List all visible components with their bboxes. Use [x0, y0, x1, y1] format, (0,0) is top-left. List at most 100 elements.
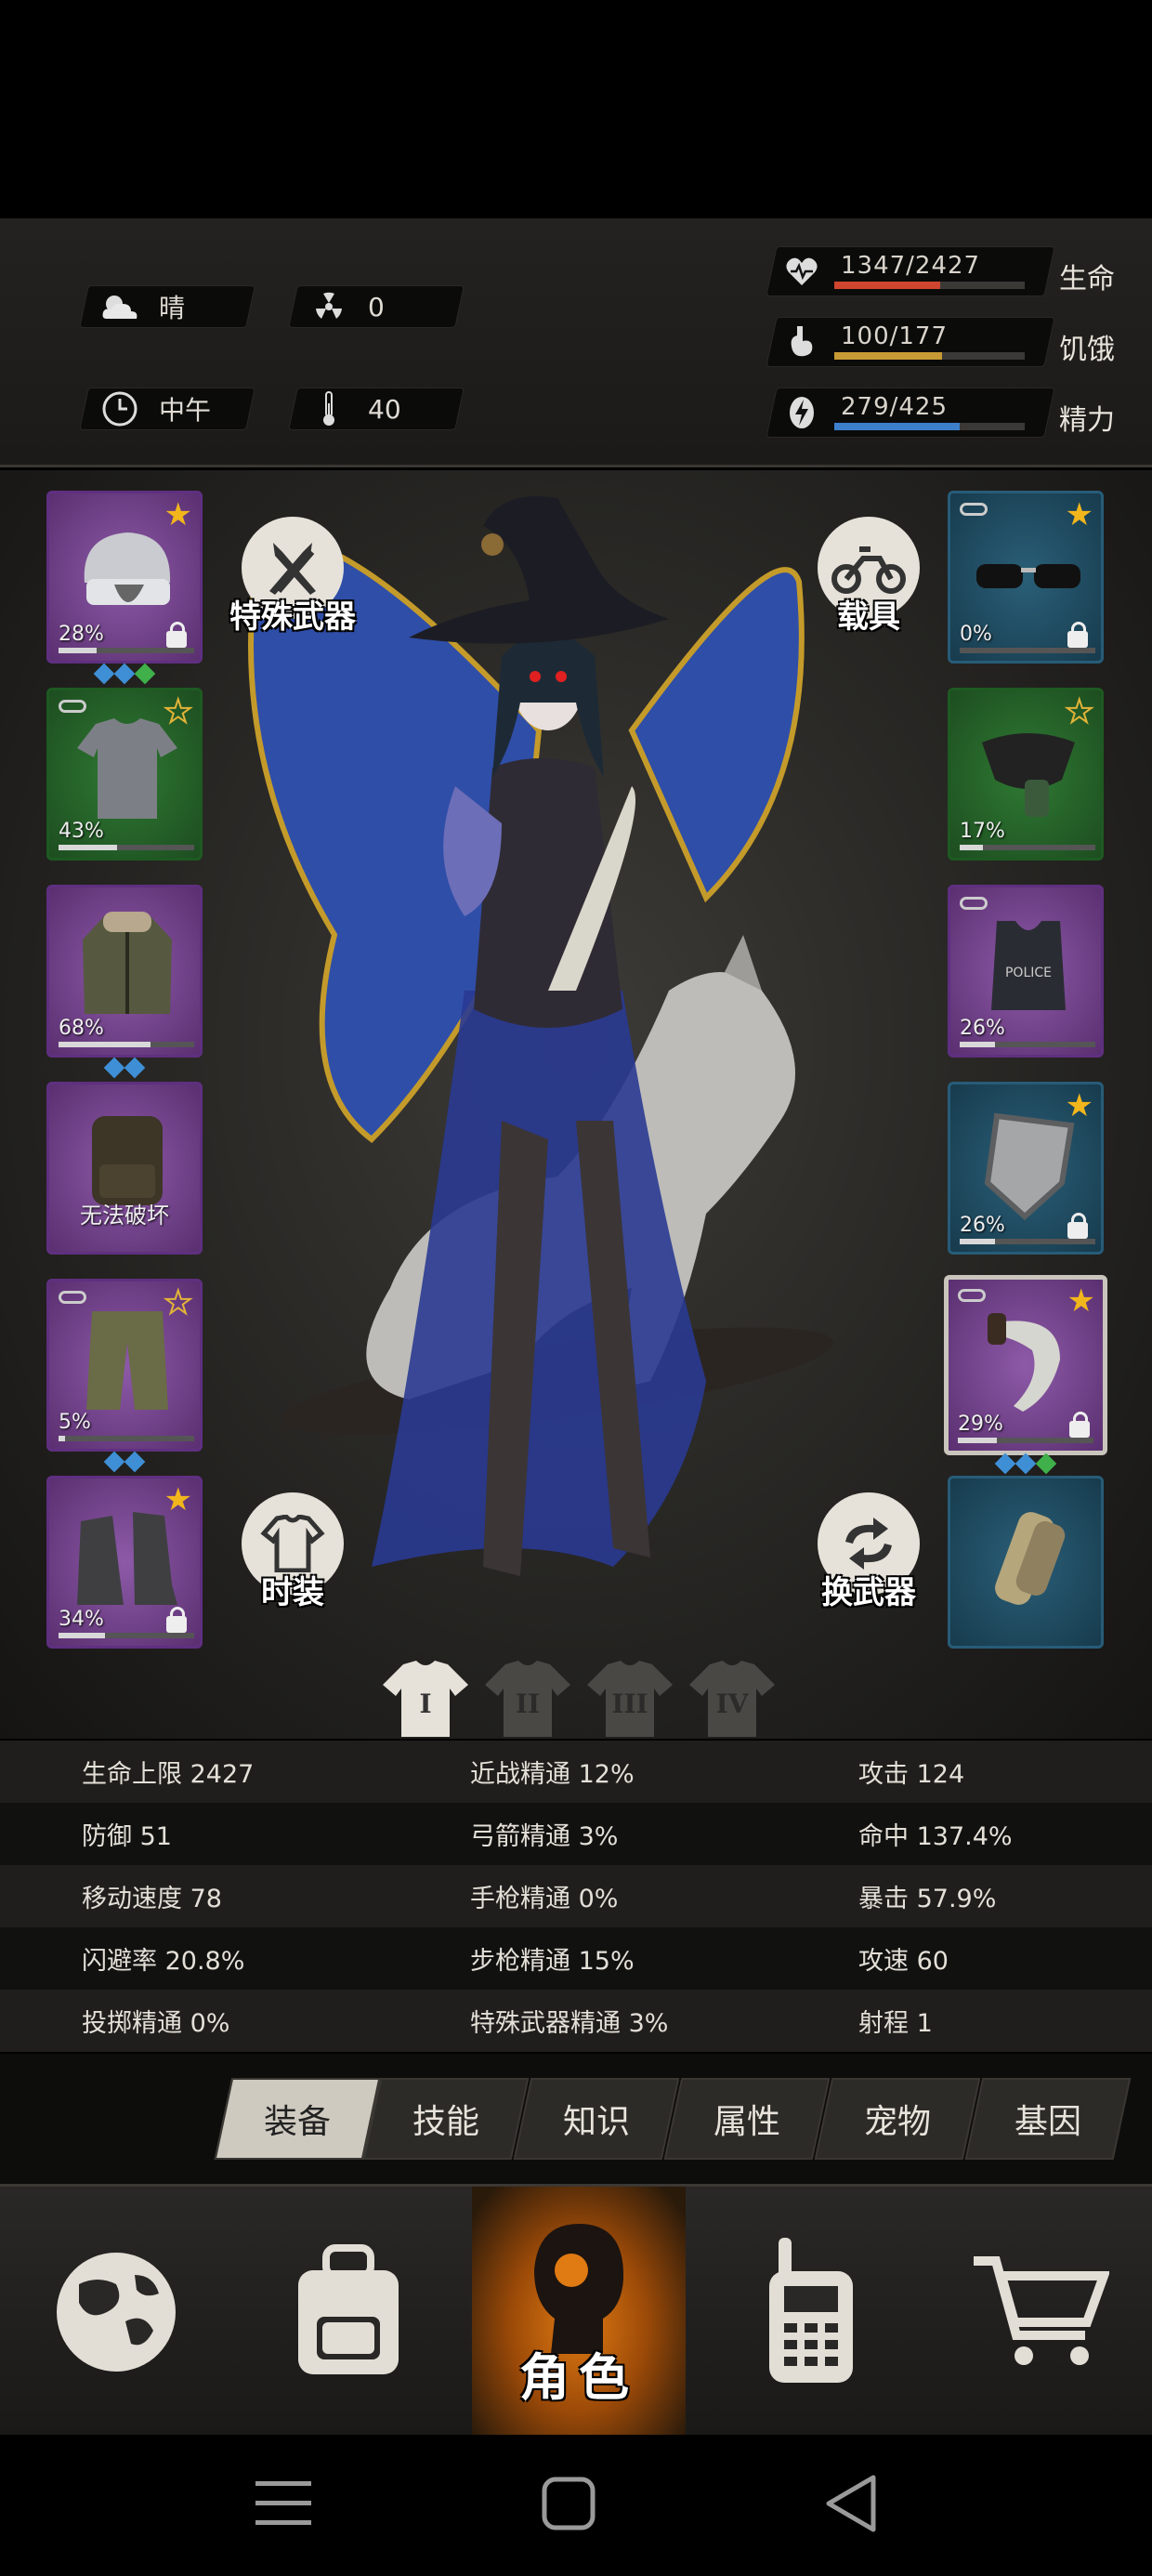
outfit-tab-number: III	[611, 1689, 648, 1719]
fashion-button[interactable]: 时装	[232, 1492, 353, 1613]
special-weapon-button[interactable]: 特殊武器	[229, 517, 356, 637]
attribute-text: 弓箭精通 3%	[470, 1822, 619, 1851]
star-outline-icon: ★	[163, 693, 193, 730]
lock-icon	[166, 622, 187, 648]
attribute-text: 步枪精通 15%	[470, 1947, 635, 1976]
outfit-tab-number: IV	[715, 1689, 749, 1719]
slot-durability-text: 28%	[59, 623, 104, 646]
outfit-tab-2[interactable]: II	[483, 1659, 572, 1739]
equip-slot-backpack[interactable]: 无法破坏	[46, 1082, 203, 1255]
attribute-text: 近战精通 12%	[470, 1760, 635, 1789]
shield-icon	[969, 1109, 1088, 1221]
tab-equipment[interactable]: 装备	[214, 2078, 381, 2160]
equip-slot-jacket[interactable]: 68%	[46, 885, 203, 1079]
nav-inventory-button[interactable]	[232, 2187, 465, 2438]
attribute-text: 攻击 124	[858, 1760, 965, 1789]
machete-icon	[967, 1304, 1086, 1415]
radiation-pill: 0	[288, 285, 465, 328]
menu-icon[interactable]	[255, 2477, 311, 2530]
slot-durability-text: 43%	[59, 820, 104, 843]
attribute-text: 投掷精通 0%	[82, 2009, 230, 2038]
globe-icon	[57, 2253, 176, 2372]
tab-label: 技能	[412, 2103, 479, 2141]
heart-icon	[784, 254, 819, 289]
equip-slot-shield[interactable]: ★ 26%	[948, 1082, 1104, 1255]
home-icon[interactable]	[541, 2476, 596, 2531]
attribute-text: 闪避率 20.8%	[82, 1947, 245, 1976]
equip-slot-glasses[interactable]: ★ 0%	[948, 491, 1104, 664]
hunger-fill	[834, 352, 942, 360]
outfit-tab-3[interactable]: III	[585, 1659, 674, 1739]
energy-value: 279/425	[841, 393, 949, 421]
equip-slot-mask[interactable]: ★ 17%	[948, 688, 1104, 861]
slot-durability-text: 26%	[960, 1017, 1005, 1040]
attribute-text: 手枪精通 0%	[470, 1885, 619, 1913]
tab-skills[interactable]: 技能	[362, 2078, 530, 2160]
backpack-icon	[298, 2244, 399, 2374]
equip-slot-pants[interactable]: ★ 5%	[46, 1279, 203, 1473]
tab-pets[interactable]: 宠物	[814, 2078, 981, 2160]
nav-radio-button[interactable]	[695, 2187, 927, 2438]
tab-label: 装备	[263, 2103, 331, 2141]
attribute-row: 生命上限 2427 近战精通 12% 攻击 124	[0, 1741, 1152, 1803]
temperature-pill: 40	[288, 388, 465, 430]
star-outline-icon: ★	[1064, 693, 1094, 730]
police-helmet-icon	[68, 518, 187, 629]
attribute-text: 防御 51	[82, 1822, 172, 1851]
nav-character-button[interactable]: 角色	[472, 2187, 686, 2438]
star-icon: ★	[1065, 496, 1093, 533]
tab-genes[interactable]: 基因	[964, 2078, 1132, 2160]
cart-icon	[974, 2256, 1109, 2365]
link-icon	[59, 700, 86, 713]
jacket-icon	[68, 912, 187, 1023]
temperature-value: 40	[368, 393, 401, 425]
health-fill	[834, 282, 940, 289]
star-icon: ★	[1067, 1282, 1095, 1320]
outfit-tab-number: II	[515, 1689, 541, 1719]
nav-world-button[interactable]	[0, 2187, 232, 2438]
link-icon	[960, 897, 988, 910]
attribute-row: 投掷精通 0% 特殊武器精通 3% 射程 1	[0, 1990, 1152, 2052]
character-panel: ★ 28% ★ 43% 68% 无法破坏 ★ 5% ★ 34% ★ 0% ★ 1…	[0, 470, 1152, 1739]
star-icon: ★	[1065, 1087, 1093, 1124]
slot-durability-text: 5%	[59, 1411, 91, 1434]
tab-knowledge[interactable]: 知识	[513, 2078, 680, 2160]
radio-icon	[769, 2238, 853, 2383]
unbreakable-text: 无法破坏	[80, 1203, 169, 1229]
lock-icon	[1067, 622, 1088, 648]
attribute-text: 特殊武器精通 3%	[470, 2009, 669, 2038]
outfit-tabs: I II III IV	[381, 1659, 777, 1739]
clock-icon	[99, 388, 140, 429]
stomach-icon	[784, 324, 819, 360]
tab-label: 属性	[713, 2103, 780, 2141]
slot-durability-text: 68%	[59, 1017, 104, 1040]
svg-text:POLICE: POLICE	[1005, 966, 1052, 980]
star-icon: ★	[164, 1481, 192, 1518]
status-header: 晴 0 中午 40 1347/2427 生命 100/177 饥饿 279/42…	[0, 218, 1152, 655]
bandage-icon	[969, 1503, 1088, 1614]
lightning-icon	[784, 395, 819, 430]
nav-shop-button[interactable]	[927, 2187, 1152, 2438]
outfit-tab-4[interactable]: IV	[687, 1659, 777, 1739]
tab-attributes[interactable]: 属性	[663, 2078, 831, 2160]
slot-durability-text: 26%	[960, 1214, 1005, 1237]
attribute-row: 防御 51 弓箭精通 3% 命中 137.4%	[0, 1803, 1152, 1865]
health-stat: 1347/2427 生命	[766, 246, 1133, 296]
swap-weapon-button[interactable]: 换武器	[808, 1492, 929, 1613]
equip-slot-boots[interactable]: ★ 34%	[46, 1476, 203, 1649]
equip-slot-weapon[interactable]: ★ 29%	[944, 1275, 1107, 1475]
equip-slot-helmet[interactable]: ★ 28%	[46, 491, 203, 685]
energy-label: 精力	[1059, 404, 1115, 437]
vehicle-button[interactable]: 载具	[808, 517, 929, 637]
back-icon[interactable]	[823, 2474, 879, 2533]
equip-slot-item[interactable]	[948, 1476, 1104, 1649]
sunglasses-icon	[969, 518, 1088, 629]
tshirt-icon	[68, 715, 187, 826]
boots-icon	[68, 1503, 187, 1614]
hunger-stat: 100/177 饥饿	[766, 317, 1133, 367]
outfit-tab-1[interactable]: I	[381, 1659, 470, 1739]
equip-slot-shirt[interactable]: ★ 43%	[46, 688, 203, 861]
gas-mask-icon	[969, 715, 1088, 826]
equip-slot-vest[interactable]: POLICE 26%	[948, 885, 1104, 1058]
lock-icon	[1069, 1412, 1090, 1438]
